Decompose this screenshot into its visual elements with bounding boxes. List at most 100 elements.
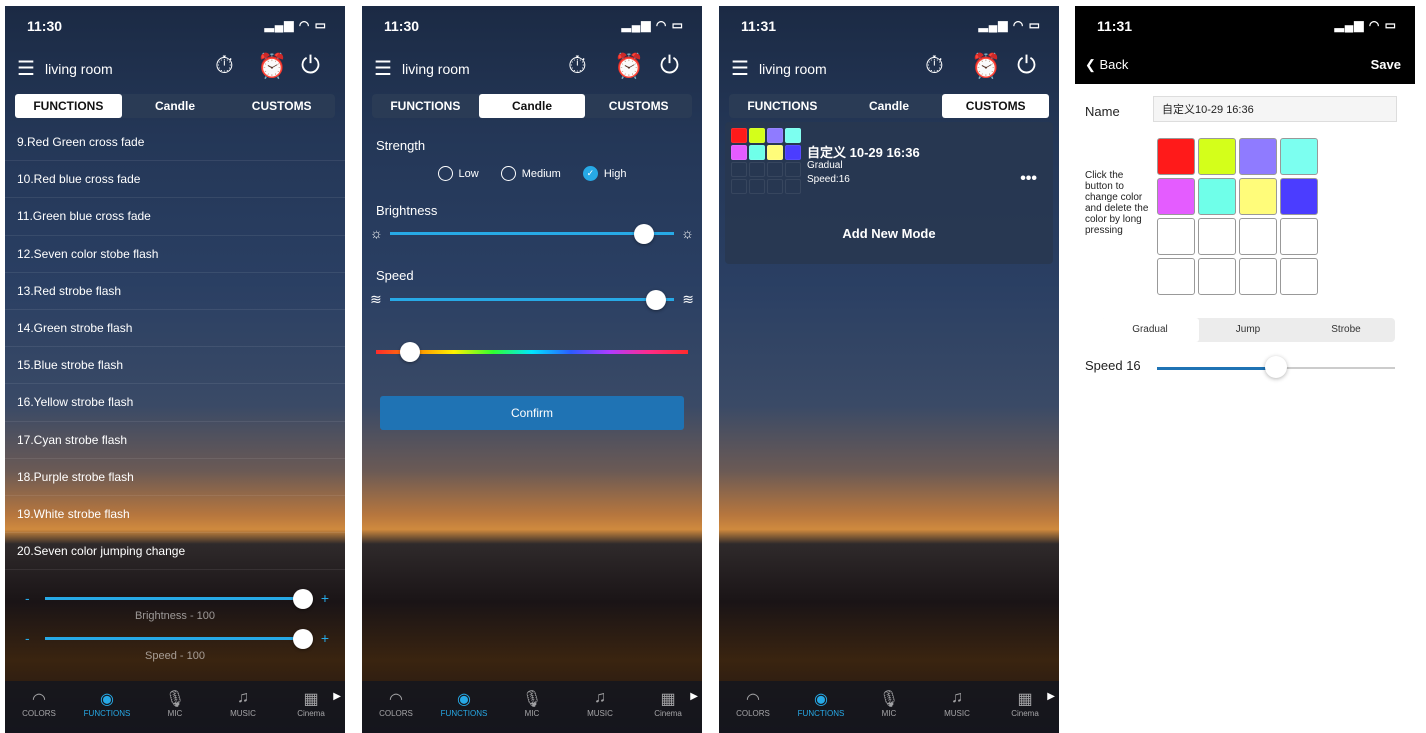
name-field[interactable]: 自定义10-29 16:36 xyxy=(1153,96,1397,122)
nav-mic[interactable]: 🎙 MIC xyxy=(855,681,923,733)
nav-music[interactable]: ♫ MUSIC xyxy=(209,681,277,733)
minus-icon[interactable]: - xyxy=(25,590,30,606)
chevron-right-icon[interactable]: ▶ xyxy=(333,691,341,702)
list-item[interactable]: 18.Purple strobe flash xyxy=(5,459,345,496)
power-icon[interactable]: ⏻ xyxy=(660,52,679,80)
color-button[interactable] xyxy=(1198,178,1236,215)
color-button[interactable] xyxy=(1239,258,1277,295)
color-spectrum-knob[interactable] xyxy=(400,342,420,362)
list-item[interactable]: 17.Cyan strobe flash xyxy=(5,422,345,459)
name-label: Name xyxy=(1085,104,1120,119)
chevron-right-icon[interactable]: ▶ xyxy=(690,691,698,702)
timer-icon[interactable]: ⏱ xyxy=(568,52,587,80)
list-item[interactable]: 14.Green strobe flash xyxy=(5,310,345,348)
more-options-icon[interactable]: ••• xyxy=(1020,170,1037,188)
radio-high[interactable]: ✓ High xyxy=(582,166,626,181)
nav-cinema[interactable]: ▦ Cinema xyxy=(634,681,702,733)
color-button[interactable] xyxy=(1198,218,1236,255)
tab-candle[interactable]: Candle xyxy=(836,94,943,118)
plus-icon[interactable]: + xyxy=(321,630,329,646)
color-spectrum-slider[interactable] xyxy=(376,350,688,354)
color-button[interactable] xyxy=(1280,178,1318,215)
nav-mic[interactable]: 🎙 MIC xyxy=(498,681,566,733)
alarm-icon[interactable]: ⏰ xyxy=(971,52,1001,81)
speed-knob[interactable] xyxy=(293,629,313,649)
menu-icon[interactable]: ☰ xyxy=(17,56,35,81)
speed-slider[interactable]: - + xyxy=(25,629,329,649)
save-button[interactable]: Save xyxy=(1371,57,1401,72)
nav-mic[interactable]: 🎙 MIC xyxy=(141,681,209,733)
tab-functions[interactable]: FUNCTIONS xyxy=(15,94,122,118)
nav-functions[interactable]: ◉ FUNCTIONS xyxy=(430,681,498,733)
list-item[interactable]: 13.Red strobe flash xyxy=(5,273,345,310)
confirm-button[interactable]: Confirm xyxy=(380,396,684,430)
list-item[interactable]: 15.Blue strobe flash xyxy=(5,347,345,385)
minus-icon[interactable]: - xyxy=(25,630,30,646)
plus-icon[interactable]: + xyxy=(321,590,329,606)
custom-color-preview[interactable] xyxy=(731,128,803,194)
list-item[interactable]: 16.Yellow strobe flash xyxy=(5,384,345,422)
chevron-left-icon: ❮ xyxy=(1085,57,1100,72)
color-button[interactable] xyxy=(1239,218,1277,255)
color-button[interactable] xyxy=(1157,138,1195,175)
color-button[interactable] xyxy=(1280,258,1318,295)
list-item[interactable]: 10.Red blue cross fade xyxy=(5,161,345,199)
brightness-slider[interactable]: - + xyxy=(25,589,329,609)
color-button[interactable] xyxy=(1239,138,1277,175)
timer-icon[interactable]: ⏱ xyxy=(925,52,944,80)
nav-colors[interactable]: ◠ COLORS xyxy=(362,681,430,733)
power-icon[interactable]: ⏻ xyxy=(301,52,320,80)
nav-cinema[interactable]: ▦ Cinema xyxy=(277,681,345,733)
menu-icon[interactable]: ☰ xyxy=(374,56,392,81)
color-button[interactable] xyxy=(1280,218,1318,255)
tab-functions[interactable]: FUNCTIONS xyxy=(372,94,479,118)
custom-mode-title[interactable]: 自定义 10-29 16:36 xyxy=(807,142,920,161)
candle-brightness-slider[interactable]: ☼ ☼ xyxy=(370,224,694,244)
candle-brightness-knob[interactable] xyxy=(634,224,654,244)
tab-functions[interactable]: FUNCTIONS xyxy=(729,94,836,118)
tab-candle[interactable]: Candle xyxy=(478,94,586,118)
color-button[interactable] xyxy=(1157,218,1195,255)
list-item[interactable]: 11.Green blue cross fade xyxy=(5,198,345,236)
radio-medium[interactable]: Medium xyxy=(500,166,561,181)
color-button[interactable] xyxy=(1239,178,1277,215)
alarm-icon[interactable]: ⏰ xyxy=(257,52,287,81)
segment-strobe[interactable]: Strobe xyxy=(1297,318,1395,342)
nav-music[interactable]: ♫ MUSIC xyxy=(566,681,634,733)
list-item[interactable]: 20.Seven color jumping change xyxy=(5,533,345,571)
color-button[interactable] xyxy=(1157,178,1195,215)
tab-customs[interactable]: CUSTOMS xyxy=(942,94,1050,118)
nav-music[interactable]: ♫ MUSIC xyxy=(923,681,991,733)
alarm-icon[interactable]: ⏰ xyxy=(614,52,644,81)
nav-colors[interactable]: ◠ COLORS xyxy=(719,681,787,733)
nav-functions[interactable]: ◉ FUNCTIONS xyxy=(787,681,855,733)
nav-cinema[interactable]: ▦ Cinema xyxy=(991,681,1059,733)
candle-speed-slider[interactable]: ≋ ≋ xyxy=(370,290,694,310)
color-button[interactable] xyxy=(1198,258,1236,295)
back-button[interactable]: ❮ Back xyxy=(1085,57,1128,73)
nav-functions[interactable]: ◉ FUNCTIONS xyxy=(73,681,141,733)
list-item[interactable]: 12.Seven color stobe flash xyxy=(5,236,345,273)
list-item[interactable]: 9.Red Green cross fade xyxy=(5,124,345,162)
brightness-knob[interactable] xyxy=(293,589,313,609)
status-time: 11:31 xyxy=(1097,18,1133,34)
candle-speed-knob[interactable] xyxy=(646,290,666,310)
list-item[interactable]: 19.White strobe flash xyxy=(5,496,345,534)
color-cell xyxy=(749,179,765,194)
menu-icon[interactable]: ☰ xyxy=(731,56,749,81)
editor-speed-knob[interactable] xyxy=(1265,356,1287,378)
add-new-mode-button[interactable]: Add New Mode xyxy=(725,226,1053,241)
tab-customs[interactable]: CUSTOMS xyxy=(228,94,335,118)
segment-jump[interactable]: Jump xyxy=(1199,318,1297,342)
tab-candle[interactable]: Candle xyxy=(122,94,229,118)
tab-customs[interactable]: CUSTOMS xyxy=(585,94,692,118)
color-button[interactable] xyxy=(1280,138,1318,175)
nav-colors[interactable]: ◠ COLORS xyxy=(5,681,73,733)
chevron-right-icon[interactable]: ▶ xyxy=(1047,691,1055,702)
segment-gradual[interactable]: Gradual xyxy=(1101,318,1199,342)
radio-low[interactable]: Low xyxy=(437,166,479,181)
color-button[interactable] xyxy=(1157,258,1195,295)
timer-icon[interactable]: ⏱ xyxy=(215,52,234,80)
color-button[interactable] xyxy=(1198,138,1236,175)
power-icon[interactable]: ⏻ xyxy=(1017,52,1036,80)
